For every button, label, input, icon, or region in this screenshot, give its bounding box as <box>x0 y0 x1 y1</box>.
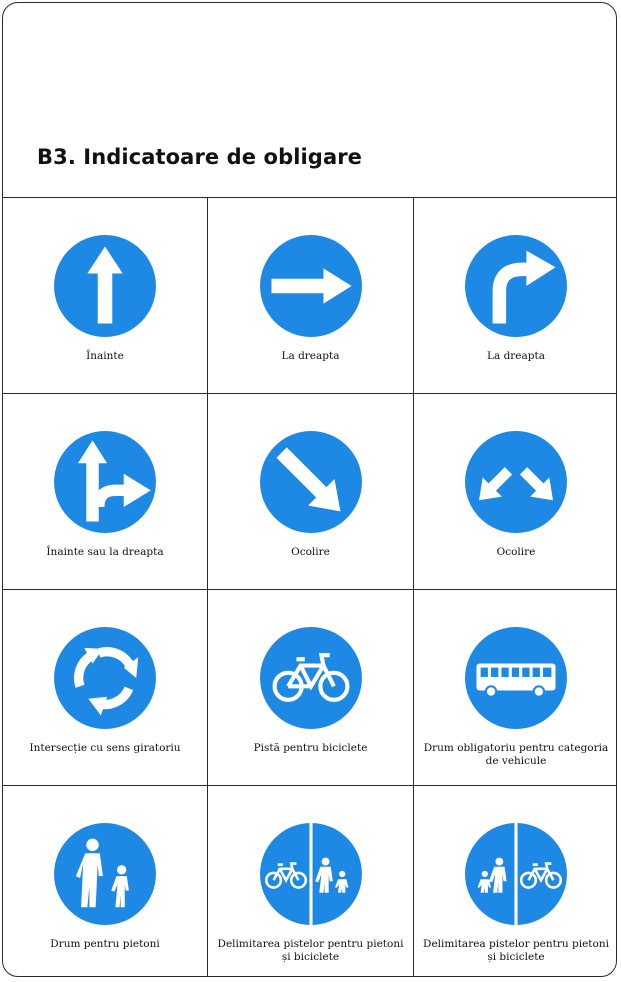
arrow-up-icon <box>53 234 157 338</box>
sign-caption: Înainte <box>86 350 124 362</box>
sign-caption: Drum obligatoriu pentru categoria de veh… <box>423 742 609 767</box>
sign-cell: Înainte <box>3 198 208 394</box>
straight-or-right-icon <box>53 430 157 534</box>
turn-right-icon <box>464 234 568 338</box>
sign-cell: Ocolire <box>414 394 616 590</box>
sign-caption: Delimitarea pistelor pentru pietoni și b… <box>217 938 404 963</box>
sign-caption: Ocolire <box>496 546 536 558</box>
bicycle-pedestrian-split-icon <box>259 822 363 926</box>
signs-grid: Înainte La dreapta La dreapta Înainte sa… <box>3 197 616 976</box>
sign-caption: La dreapta <box>487 350 545 362</box>
sign-cell: La dreapta <box>414 198 616 394</box>
sign-caption: Intersecție cu sens giratoriu <box>29 742 181 754</box>
roundabout-icon <box>53 626 157 730</box>
sign-caption: Pistă pentru biciclete <box>253 742 368 754</box>
pedestrian-bicycle-split-icon <box>464 822 568 926</box>
sign-cell: Înainte sau la dreapta <box>3 394 208 590</box>
sign-caption: Drum pentru pietoni <box>50 938 160 950</box>
signs-card: B3. Indicatoare de obligare Înainte La d… <box>2 2 617 977</box>
sign-cell: Intersecție cu sens giratoriu <box>3 590 208 786</box>
keep-right-icon <box>259 430 363 534</box>
pass-either-side-icon <box>464 430 568 534</box>
sign-cell: Drum pentru pietoni <box>3 786 208 976</box>
bicycle-icon <box>259 626 363 730</box>
sign-cell: La dreapta <box>208 198 414 394</box>
sign-cell: Delimitarea pistelor pentru pietoni și b… <box>208 786 414 976</box>
sign-caption: Delimitarea pistelor pentru pietoni și b… <box>423 938 609 963</box>
pedestrians-icon <box>53 822 157 926</box>
bus-icon <box>464 626 568 730</box>
sign-cell: Ocolire <box>208 394 414 590</box>
page-title: B3. Indicatoare de obligare <box>37 145 363 169</box>
sign-cell: Pistă pentru biciclete <box>208 590 414 786</box>
sign-cell: Delimitarea pistelor pentru pietoni și b… <box>414 786 616 976</box>
sign-caption: Ocolire <box>291 546 330 558</box>
sign-caption: Înainte sau la dreapta <box>46 546 164 558</box>
sign-caption: La dreapta <box>281 350 340 362</box>
sign-cell: Drum obligatoriu pentru categoria de veh… <box>414 590 616 786</box>
arrow-right-icon <box>259 234 363 338</box>
